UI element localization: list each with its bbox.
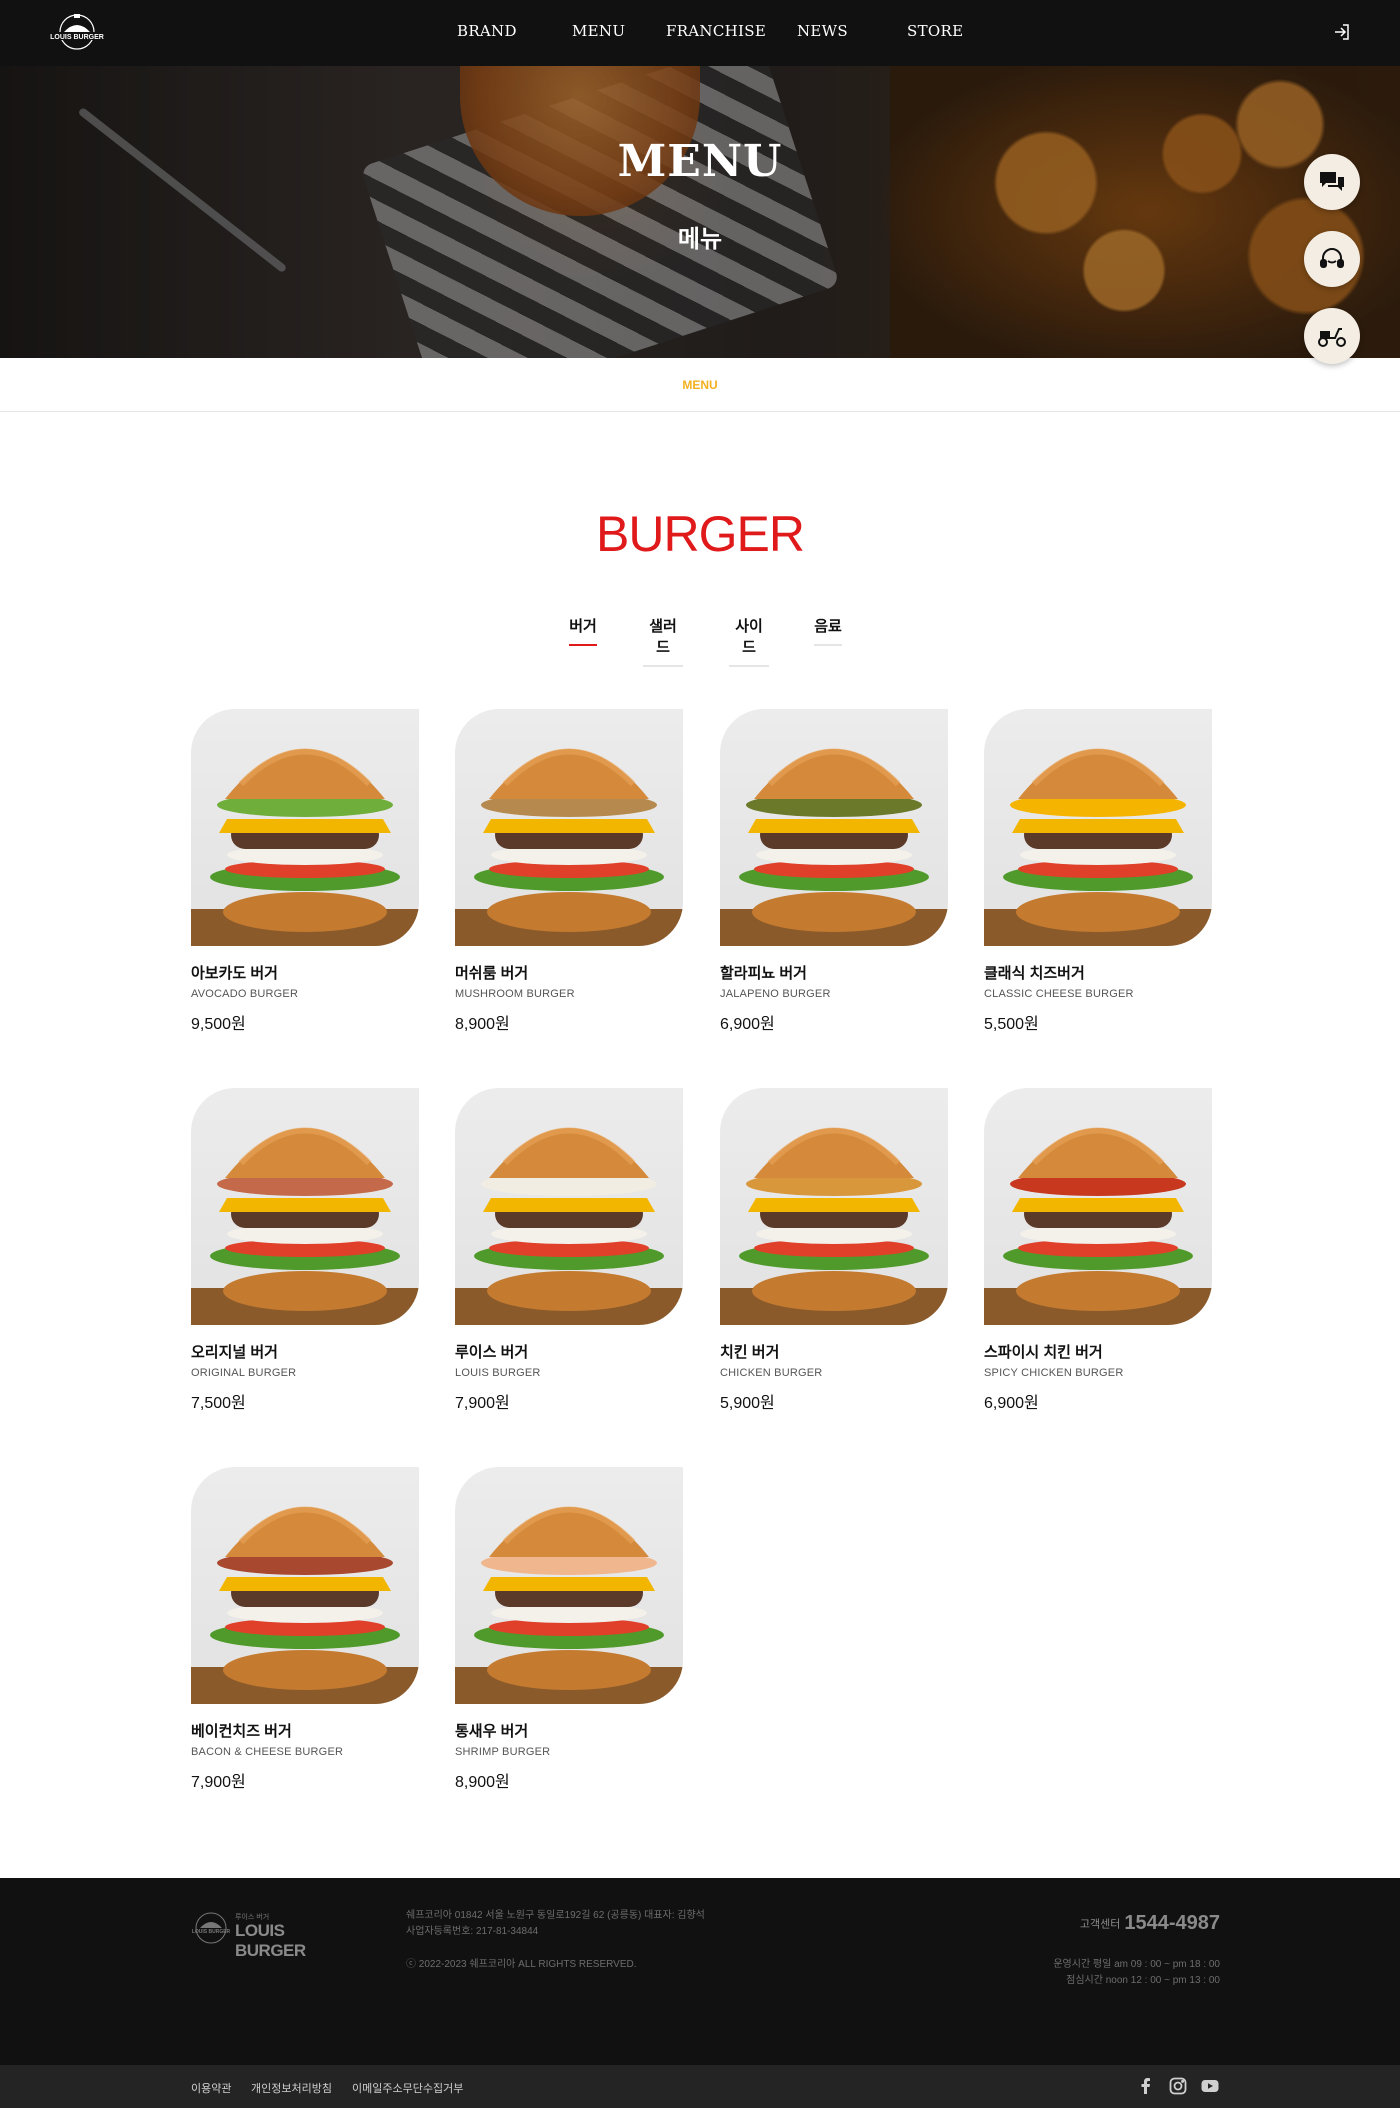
tab-side[interactable]: 사이드 (729, 615, 769, 667)
product-image[interactable] (455, 1088, 683, 1325)
product-english-name: MUSHROOM BURGER (455, 988, 575, 1000)
product-image[interactable] (720, 709, 948, 946)
quick-menu (1304, 154, 1360, 385)
tab-burger[interactable]: 버거 (569, 615, 597, 646)
product-price: 8,900원 (455, 1016, 510, 1033)
hero-title: MENU (617, 136, 783, 187)
product-name: 통새우 버거 (455, 1723, 529, 1740)
product-english-name: SPICY CHICKEN BURGER (984, 1367, 1124, 1379)
copyright: ⓒ 2022-2023 쉐프코리아 ALL RIGHTS RESERVED. (406, 1959, 637, 1970)
product-name: 스파이시 치킨 버거 (984, 1344, 1103, 1361)
product-english-name: LOUIS BURGER (455, 1367, 541, 1379)
operating-hours: 운영시간 평일 am 09 : 00 ~ pm 18 : 00 (1053, 1959, 1220, 1970)
product-image[interactable] (455, 709, 683, 946)
instagram-icon[interactable] (1168, 2076, 1188, 2096)
product-card[interactable]: 클래식 치즈버거 CLASSIC CHEESE BURGER 5,500원 (984, 709, 1214, 1034)
product-price: 6,900원 (984, 1395, 1039, 1412)
privacy-link[interactable]: 개인정보처리방침 (251, 2080, 332, 2096)
product-card[interactable]: 아보카도 버거 AVOCADO BURGER 9,500원 (191, 709, 421, 1034)
product-name: 클래식 치즈버거 (984, 965, 1085, 982)
product-card[interactable]: 베이컨치즈 버거 BACON & CHEESE BURGER 7,900원 (191, 1467, 421, 1792)
nav-store[interactable]: STORE (907, 22, 963, 40)
nav-franchise[interactable]: FRANCHISE (666, 22, 766, 40)
product-image[interactable] (455, 1467, 683, 1704)
footer-logo[interactable]: LOUIS BURGER 루이스 버거 LOUIS BURGER (191, 1908, 351, 1960)
business-number: 사업자등록번호: 217-81-34844 (406, 1926, 539, 1937)
product-image[interactable] (191, 1088, 419, 1325)
product-name: 베이컨치즈 버거 (191, 1723, 292, 1740)
sub-nav: MENU (0, 358, 1400, 412)
product-price: 7,900원 (455, 1395, 510, 1412)
product-english-name: CLASSIC CHEESE BURGER (984, 988, 1134, 1000)
cs-number[interactable]: 1544-4987 (1124, 1912, 1220, 1934)
footer-logo-text: LOUIS BURGER (235, 1921, 306, 1960)
company-address: 쉐프코리아 01842 서울 노원구 동일로192길 62 (공릉동) 대표자:… (406, 1910, 705, 1921)
email-policy-link[interactable]: 이메일주소무단수집거부 (352, 2080, 463, 2096)
chat-button[interactable] (1304, 154, 1360, 210)
nav-news[interactable]: NEWS (797, 22, 848, 40)
product-english-name: AVOCADO BURGER (191, 988, 299, 1000)
chat-icon (1320, 172, 1344, 191)
product-card[interactable]: 치킨 버거 CHICKEN BURGER 5,900원 (720, 1088, 950, 1413)
product-card[interactable]: 오리지널 버거 ORIGINAL BURGER 7,500원 (191, 1088, 421, 1413)
product-price: 9,500원 (191, 1016, 246, 1033)
product-english-name: SHRIMP BURGER (455, 1746, 551, 1758)
product-image[interactable] (191, 1467, 419, 1704)
nav-menu[interactable]: MENU (572, 22, 625, 40)
product-price: 5,500원 (984, 1016, 1039, 1033)
business-hours: 운영시간 평일 am 09 : 00 ~ pm 18 : 00 점심시간 noo… (1053, 1957, 1220, 1989)
section-title: BURGER (596, 506, 805, 562)
nav-brand[interactable]: BRAND (457, 22, 517, 40)
product-card[interactable]: 할라피뇨 버거 JALAPENO BURGER 6,900원 (720, 709, 950, 1034)
main-nav: BRAND MENU FRANCHISE NEWS STORE (0, 0, 1400, 66)
product-name: 할라피뇨 버거 (720, 965, 807, 982)
product-image[interactable] (720, 1088, 948, 1325)
lunch-hours: 점심시간 noon 12 : 00 ~ pm 13 : 00 (1066, 1975, 1220, 1986)
product-image[interactable] (191, 709, 419, 946)
product-card[interactable]: 루이스 버거 LOUIS BURGER 7,900원 (455, 1088, 685, 1413)
customer-service-button[interactable] (1304, 231, 1360, 287)
category-tabs: 버거 샐러드 사이드 음료 (0, 615, 1400, 667)
site-header: LOUIS BURGER BRAND MENU FRANCHISE NEWS S… (0, 0, 1400, 66)
product-name: 머쉬룸 버거 (455, 965, 529, 982)
product-price: 7,500원 (191, 1395, 246, 1412)
product-image[interactable] (984, 1088, 1212, 1325)
youtube-icon[interactable] (1200, 2076, 1220, 2096)
tab-salad[interactable]: 샐러드 (643, 615, 683, 667)
subnav-menu[interactable]: MENU (0, 378, 1400, 392)
delivery-button[interactable] (1304, 308, 1360, 364)
site-footer: LOUIS BURGER 루이스 버거 LOUIS BURGER 쉐프코리아 0… (0, 1878, 1400, 2065)
product-image[interactable] (984, 709, 1212, 946)
product-name: 아보카도 버거 (191, 965, 278, 982)
product-english-name: ORIGINAL BURGER (191, 1367, 297, 1379)
login-icon[interactable] (1332, 22, 1352, 42)
product-english-name: CHICKEN BURGER (720, 1367, 823, 1379)
footer-bottom-bar: 이용약관 개인정보처리방침 이메일주소무단수집거부 (0, 2065, 1400, 2108)
product-name: 루이스 버거 (455, 1344, 529, 1361)
headset-icon (1320, 248, 1344, 268)
product-price: 8,900원 (455, 1774, 510, 1791)
product-price: 6,900원 (720, 1016, 775, 1033)
product-card[interactable]: 머쉬룸 버거 MUSHROOM BURGER 8,900원 (455, 709, 685, 1034)
product-price: 7,900원 (191, 1774, 246, 1791)
tab-drink[interactable]: 음료 (814, 615, 842, 646)
svg-text:LOUIS BURGER: LOUIS BURGER (192, 1929, 231, 1935)
company-info: 쉐프코리아 01842 서울 노원구 동일로192길 62 (공릉동) 대표자:… (406, 1908, 705, 1940)
product-name: 오리지널 버거 (191, 1344, 278, 1361)
product-name: 치킨 버거 (720, 1344, 780, 1361)
scooter-icon (1318, 328, 1346, 347)
hero-banner: MENU 메뉴 (0, 66, 1400, 358)
hero-subtitle: 메뉴 (677, 226, 723, 253)
product-card[interactable]: 통새우 버거 SHRIMP BURGER 8,900원 (455, 1467, 685, 1792)
customer-center: 고객센터 1544-4987 (1080, 1912, 1220, 1935)
product-english-name: JALAPENO BURGER (720, 988, 831, 1000)
cs-label: 고객센터 (1079, 1918, 1121, 1931)
product-english-name: BACON & CHEESE BURGER (191, 1746, 344, 1758)
terms-link[interactable]: 이용약관 (191, 2080, 231, 2096)
product-price: 5,900원 (720, 1395, 775, 1412)
facebook-icon[interactable] (1136, 2076, 1156, 2096)
product-card[interactable]: 스파이시 치킨 버거 SPICY CHICKEN BURGER 6,900원 (984, 1088, 1214, 1413)
